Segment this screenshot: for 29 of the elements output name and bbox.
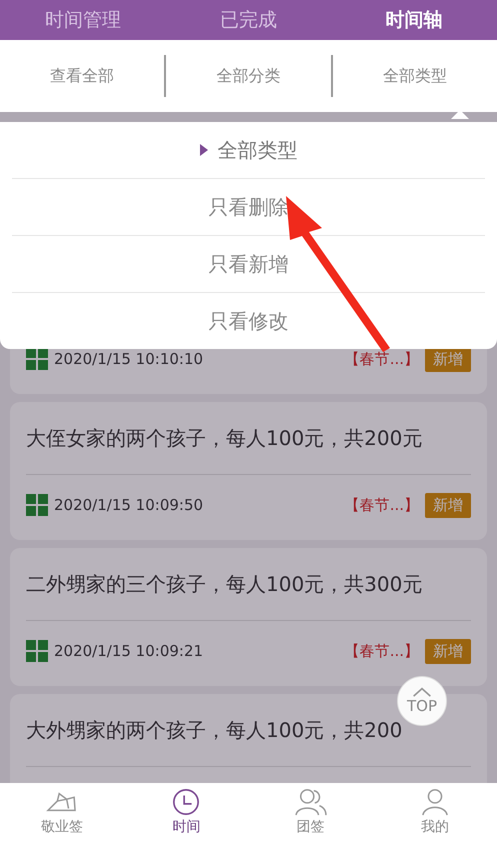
filter-tab[interactable]: 全部类型 [382, 66, 447, 86]
status-badge: 新增 [425, 492, 471, 518]
windows-icon [26, 348, 48, 370]
windows-icon [26, 494, 48, 516]
nav-tab[interactable]: 敬业签 [0, 783, 124, 841]
entry-title: 大侄女家的两个孩子，每人100元，共200元 [26, 424, 422, 452]
entry-time: 2020/1/15 10:10:10 [54, 350, 204, 368]
header-tab[interactable]: 时间管理 [0, 7, 166, 33]
triangle-icon [200, 144, 208, 156]
menu-item[interactable]: 全部类型 [12, 122, 485, 178]
header-tab[interactable]: 时间轴 [331, 7, 497, 33]
status-badge: 新增 [425, 638, 471, 664]
people-icon [294, 788, 327, 816]
nav-tab[interactable]: 时间 [124, 783, 248, 841]
entry-time: 2020/1/15 10:09:21 [54, 642, 204, 660]
filter-tab[interactable]: 查看全部 [50, 66, 114, 86]
category-tag: 【春节...】 [344, 350, 419, 368]
entry-time: 2020/1/15 10:09:50 [54, 496, 204, 514]
filter-tab[interactable]: 全部分类 [216, 66, 280, 86]
header-tab[interactable]: 已完成 [166, 7, 332, 33]
nav-tab[interactable]: 我的 [372, 783, 497, 841]
category-tag: 【春节...】 [344, 642, 419, 660]
chevron-up-icon [412, 687, 432, 697]
entry-card[interactable]: 二外甥家的三个孩子，每人100元，共300元 2020/1/15 10:09:21 【春节...】 新增 [10, 548, 487, 686]
category-tag: 【春节...】 [344, 496, 419, 514]
nav-tab[interactable]: 团签 [248, 783, 373, 841]
windows-icon [26, 640, 48, 662]
entry-card[interactable]: 大侄女家的两个孩子，每人100元，共200元 2020/1/15 10:09:50 【春节...】 新增 [10, 402, 487, 540]
entry-title: 二外甥家的三个孩子，每人100元，共300元 [26, 570, 422, 598]
